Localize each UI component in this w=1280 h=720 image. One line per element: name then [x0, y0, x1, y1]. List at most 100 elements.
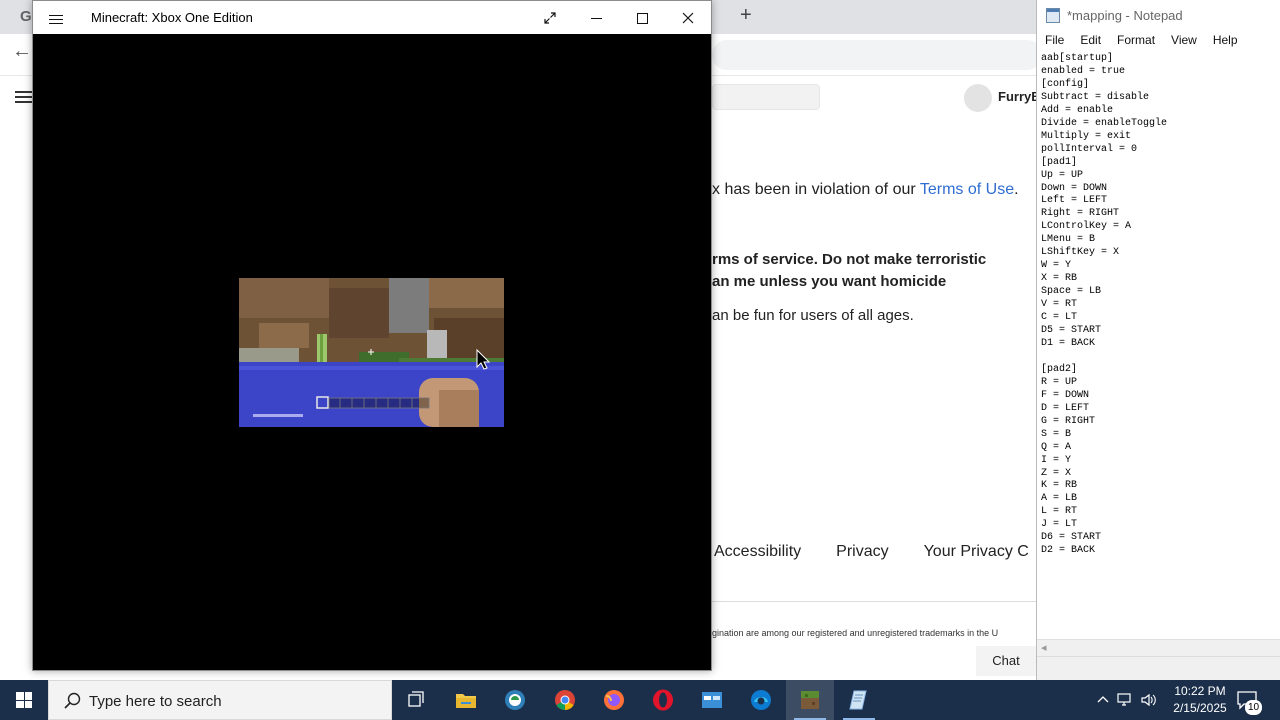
blue-app-button[interactable] [688, 680, 736, 720]
hamburger-menu-icon[interactable] [49, 12, 63, 27]
notepad-line: F = DOWN [1041, 389, 1090, 401]
task-view-button[interactable] [392, 680, 440, 720]
menu-file[interactable]: File [1037, 31, 1072, 51]
maximize-icon [636, 12, 648, 24]
edge-button[interactable] [737, 680, 785, 720]
notepad-status-bar [1037, 656, 1280, 680]
firefox-icon [604, 690, 624, 710]
minecraft-taskbar-button[interactable] [786, 680, 834, 720]
minecraft-window: Minecraft: Xbox One Edition [32, 0, 712, 671]
taskbar-search-box[interactable]: Type here to search [48, 680, 392, 720]
notepad-line: LShiftKey = X [1041, 247, 1120, 259]
minecraft-titlebar[interactable]: Minecraft: Xbox One Edition [33, 1, 711, 34]
notepad-line: D5 = START [1041, 325, 1102, 337]
notepad-line: Right = RIGHT [1041, 208, 1120, 220]
footer-link-your-privacy[interactable]: Your Privacy C [924, 543, 1029, 561]
game-scene [239, 278, 504, 427]
game-viewport[interactable] [239, 278, 504, 427]
firefox-button[interactable] [590, 680, 638, 720]
notepad-line: Space = LB [1041, 286, 1102, 298]
notepad-line: V = RT [1041, 299, 1078, 311]
moderation-note: an be fun for users of all ages. [712, 307, 914, 324]
search-placeholder: Type here to search [89, 693, 222, 710]
system-clock[interactable]: 10:22 PM 2/15/2025 [1160, 683, 1240, 717]
opera-button[interactable] [639, 680, 687, 720]
notepad-line: Add = enable [1041, 104, 1114, 116]
notepad-icon [1046, 8, 1060, 23]
notepad-line: LControlKey = A [1041, 221, 1132, 233]
notepad-line: S = B [1041, 428, 1072, 440]
windows-logo-icon [16, 692, 32, 708]
notepad-line: G = RIGHT [1041, 415, 1096, 427]
notepad-line: [config] [1041, 78, 1090, 90]
notepad-line: aab[startup] [1041, 53, 1114, 64]
violation-prefix: x has been in violation of our [712, 181, 920, 198]
notepad-title: *mapping - Notepad [1067, 8, 1183, 23]
minimize-icon [590, 17, 602, 19]
notepad-taskbar-button[interactable] [835, 680, 883, 720]
back-button[interactable]: ← [12, 40, 32, 63]
site-menu-icon[interactable] [15, 88, 33, 106]
maximize-button[interactable] [619, 1, 665, 34]
browser-tab-favicon[interactable]: G [20, 8, 32, 25]
chrome-button[interactable] [541, 680, 589, 720]
notepad-line: Down = DOWN [1041, 182, 1108, 194]
system-tray [1092, 680, 1160, 720]
volume-icon[interactable] [1140, 692, 1158, 708]
footer-link-accessibility[interactable]: Accessibility [714, 543, 801, 561]
notepad-line: J = LT [1041, 519, 1078, 531]
new-tab-button[interactable]: + [740, 4, 752, 27]
notepad-line: Z = X [1041, 467, 1072, 479]
menu-edit[interactable]: Edit [1072, 31, 1109, 51]
app-window-icon [702, 692, 722, 708]
notepad-line: [pad1] [1041, 156, 1078, 168]
menu-help[interactable]: Help [1205, 31, 1246, 51]
file-explorer-button[interactable] [442, 680, 490, 720]
minimize-button[interactable] [573, 1, 619, 34]
menu-format[interactable]: Format [1109, 31, 1163, 51]
notepad-line: [pad2] [1041, 363, 1078, 375]
notepad-line: R = UP [1041, 376, 1078, 388]
username-label[interactable]: FurryB [998, 89, 1041, 104]
avatar[interactable] [964, 84, 992, 112]
moderation-reason-line-2: an me unless you want homicide [712, 273, 947, 290]
taskbar: Type here to search 10:22 PM 2/15/2025 1… [0, 680, 1280, 720]
notepad-text-area[interactable]: aab[startup] enabled = true [config] Subtra… [1037, 51, 1280, 639]
notepad-line: W = Y [1041, 260, 1072, 272]
edge-icon [751, 690, 771, 710]
minecraft-icon [801, 691, 819, 709]
network-icon[interactable] [1116, 692, 1134, 708]
notepad-line: A = LB [1041, 493, 1078, 505]
notepad-line: enabled = true [1041, 65, 1126, 77]
footer-divider [712, 601, 1036, 602]
address-bar[interactable] [712, 40, 1042, 70]
notepad-line: Up = UP [1041, 169, 1084, 181]
window-title: Minecraft: Xbox One Edition [91, 10, 253, 25]
menu-view[interactable]: View [1163, 31, 1205, 51]
notepad-line: I = Y [1041, 454, 1072, 466]
close-icon [682, 12, 694, 24]
notification-count-badge: 10 [1245, 700, 1262, 715]
notepad-line: C = LT [1041, 312, 1078, 324]
close-button[interactable] [665, 1, 711, 34]
expand-icon [544, 12, 556, 24]
notepad-taskbar-icon [849, 690, 867, 710]
folder-icon [456, 694, 476, 708]
green-app-button[interactable] [491, 680, 539, 720]
start-button[interactable] [0, 680, 48, 720]
notepad-line: D1 = BACK [1041, 337, 1096, 349]
terms-of-use-link[interactable]: Terms of Use [920, 181, 1014, 198]
notepad-line: Q = A [1041, 441, 1072, 453]
chat-button[interactable]: Chat [976, 646, 1036, 676]
notepad-line: D6 = START [1041, 532, 1102, 544]
notepad-line: K = RB [1041, 480, 1078, 492]
chevron-up-icon[interactable] [1096, 693, 1110, 707]
violation-suffix: . [1014, 181, 1019, 198]
site-search-input[interactable] [712, 84, 820, 110]
fullscreen-button[interactable] [527, 1, 573, 34]
horizontal-scrollbar[interactable]: ◂ [1037, 639, 1280, 656]
notepad-titlebar[interactable]: *mapping - Notepad [1037, 0, 1280, 31]
scroll-left-icon[interactable]: ◂ [1041, 641, 1047, 654]
footer-link-privacy[interactable]: Privacy [836, 543, 888, 561]
notepad-line [1041, 351, 1277, 364]
